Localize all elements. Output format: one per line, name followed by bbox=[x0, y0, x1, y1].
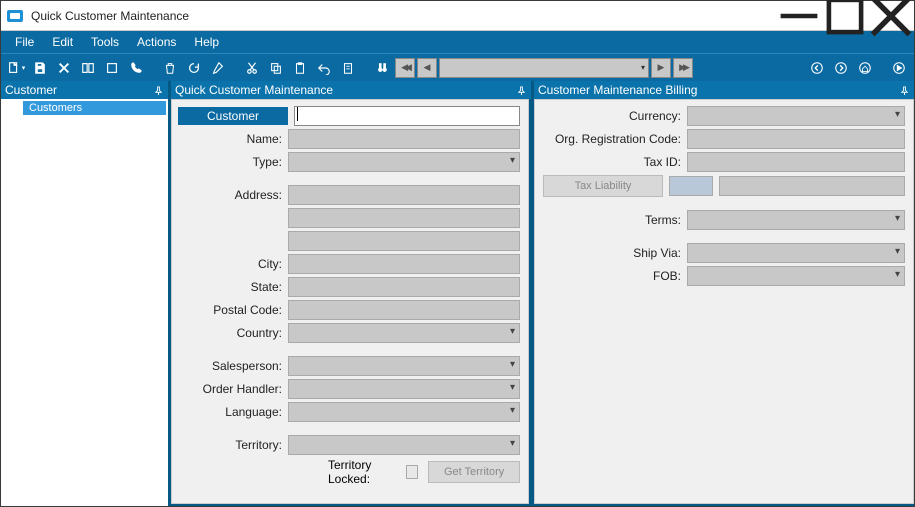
menu-tools[interactable]: Tools bbox=[83, 33, 127, 51]
nav-first-button[interactable]: ◀◀ bbox=[395, 58, 415, 78]
nav-prev-button[interactable]: ◀ bbox=[417, 58, 437, 78]
refresh-icon[interactable] bbox=[183, 57, 205, 79]
tree-item-customers[interactable]: Customers bbox=[23, 101, 166, 115]
tax-liability-code-input[interactable] bbox=[669, 176, 713, 196]
city-input[interactable] bbox=[288, 254, 520, 274]
shipvia-combo[interactable] bbox=[687, 243, 905, 263]
get-territory-button[interactable]: Get Territory bbox=[428, 461, 520, 483]
orderhandler-combo[interactable] bbox=[288, 379, 520, 399]
undo-icon[interactable] bbox=[313, 57, 335, 79]
clipboard-icon[interactable] bbox=[337, 57, 359, 79]
billing-form: Currency: Org. Registration Code: Tax ID… bbox=[534, 99, 914, 504]
left-panel-header: Customer bbox=[1, 81, 168, 99]
territory-locked-checkbox[interactable] bbox=[406, 465, 418, 479]
pin-icon[interactable] bbox=[515, 84, 527, 96]
country-combo[interactable] bbox=[288, 323, 520, 343]
taxid-input[interactable] bbox=[687, 152, 905, 172]
copy-icon[interactable] bbox=[265, 57, 287, 79]
book-icon[interactable] bbox=[77, 57, 99, 79]
left-panel-body: Customers bbox=[1, 99, 168, 506]
taxid-label: Tax ID: bbox=[543, 155, 687, 169]
center-panel-title: Quick Customer Maintenance bbox=[175, 83, 333, 97]
territory-label: Territory: bbox=[178, 438, 288, 452]
left-panel: Customer Customers bbox=[1, 81, 171, 506]
maximize-button[interactable] bbox=[822, 1, 868, 31]
trash-icon[interactable] bbox=[159, 57, 181, 79]
nav-record-combo[interactable]: ▾ bbox=[439, 58, 649, 78]
clean-icon[interactable] bbox=[207, 57, 229, 79]
territory-locked-label: Territory Locked: bbox=[328, 458, 400, 486]
save-button[interactable] bbox=[29, 57, 51, 79]
postal-label: Postal Code: bbox=[178, 303, 288, 317]
cut-icon[interactable] bbox=[241, 57, 263, 79]
address-label: Address: bbox=[178, 188, 288, 202]
app-icon bbox=[7, 10, 23, 22]
nav-last-button[interactable]: ▶▶ bbox=[673, 58, 693, 78]
fob-label: FOB: bbox=[543, 269, 687, 283]
right-panel: Customer Maintenance Billing Currency: O… bbox=[534, 81, 914, 506]
back-icon[interactable] bbox=[806, 57, 828, 79]
type-combo[interactable] bbox=[288, 152, 520, 172]
language-label: Language: bbox=[178, 405, 288, 419]
address3-input[interactable] bbox=[288, 231, 520, 251]
nav-next-button[interactable]: ▶ bbox=[651, 58, 671, 78]
language-combo[interactable] bbox=[288, 402, 520, 422]
menu-actions[interactable]: Actions bbox=[129, 33, 184, 51]
salesperson-combo[interactable] bbox=[288, 356, 520, 376]
menu-help[interactable]: Help bbox=[186, 33, 227, 51]
menu-edit[interactable]: Edit bbox=[44, 33, 81, 51]
pin-icon[interactable] bbox=[898, 84, 910, 96]
territory-combo[interactable] bbox=[288, 435, 520, 455]
delete-button[interactable] bbox=[53, 57, 75, 79]
city-label: City: bbox=[178, 257, 288, 271]
close-button[interactable] bbox=[868, 1, 914, 31]
fob-combo[interactable] bbox=[687, 266, 905, 286]
customer-input[interactable] bbox=[294, 106, 520, 126]
orgreg-label: Org. Registration Code: bbox=[543, 132, 687, 146]
phone-icon[interactable] bbox=[125, 57, 147, 79]
terms-combo[interactable] bbox=[687, 210, 905, 230]
orderhandler-label: Order Handler: bbox=[178, 382, 288, 396]
orgreg-input[interactable] bbox=[687, 129, 905, 149]
country-label: Country: bbox=[178, 326, 288, 340]
salesperson-label: Salesperson: bbox=[178, 359, 288, 373]
left-panel-title: Customer bbox=[5, 83, 57, 97]
state-label: State: bbox=[178, 280, 288, 294]
center-panel-header: Quick Customer Maintenance bbox=[171, 81, 531, 99]
play-icon[interactable] bbox=[888, 57, 910, 79]
customer-tab[interactable]: Customer bbox=[178, 107, 288, 125]
note-icon[interactable] bbox=[101, 57, 123, 79]
currency-combo[interactable] bbox=[687, 106, 905, 126]
name-label: Name: bbox=[178, 132, 288, 146]
address2-input[interactable] bbox=[288, 208, 520, 228]
minimize-button[interactable] bbox=[776, 1, 822, 31]
paste-icon[interactable] bbox=[289, 57, 311, 79]
right-panel-header: Customer Maintenance Billing bbox=[534, 81, 914, 99]
postal-input[interactable] bbox=[288, 300, 520, 320]
toolbar: ▾ ◀◀ ◀ ▾ ▶ ▶▶ bbox=[1, 53, 914, 81]
center-panel: Quick Customer Maintenance Customer Name… bbox=[171, 81, 531, 506]
right-panel-title: Customer Maintenance Billing bbox=[538, 83, 697, 97]
pin-icon[interactable] bbox=[152, 84, 164, 96]
currency-label: Currency: bbox=[543, 109, 687, 123]
forward-icon[interactable] bbox=[830, 57, 852, 79]
tax-liability-button[interactable]: Tax Liability bbox=[543, 175, 663, 197]
new-button[interactable]: ▾ bbox=[5, 57, 27, 79]
menu-file[interactable]: File bbox=[7, 33, 42, 51]
tax-liability-desc-input[interactable] bbox=[719, 176, 905, 196]
main-area: Customer Customers Quick Customer Mainte… bbox=[1, 81, 914, 506]
search-icon[interactable] bbox=[371, 57, 393, 79]
window-title: Quick Customer Maintenance bbox=[31, 9, 776, 23]
terms-label: Terms: bbox=[543, 213, 687, 227]
home-icon[interactable] bbox=[854, 57, 876, 79]
titlebar: Quick Customer Maintenance bbox=[1, 1, 914, 31]
center-form: Customer Name: Type: Address: City: Stat… bbox=[171, 99, 529, 504]
type-label: Type: bbox=[178, 155, 288, 169]
address1-input[interactable] bbox=[288, 185, 520, 205]
shipvia-label: Ship Via: bbox=[543, 246, 687, 260]
state-input[interactable] bbox=[288, 277, 520, 297]
name-input[interactable] bbox=[288, 129, 520, 149]
